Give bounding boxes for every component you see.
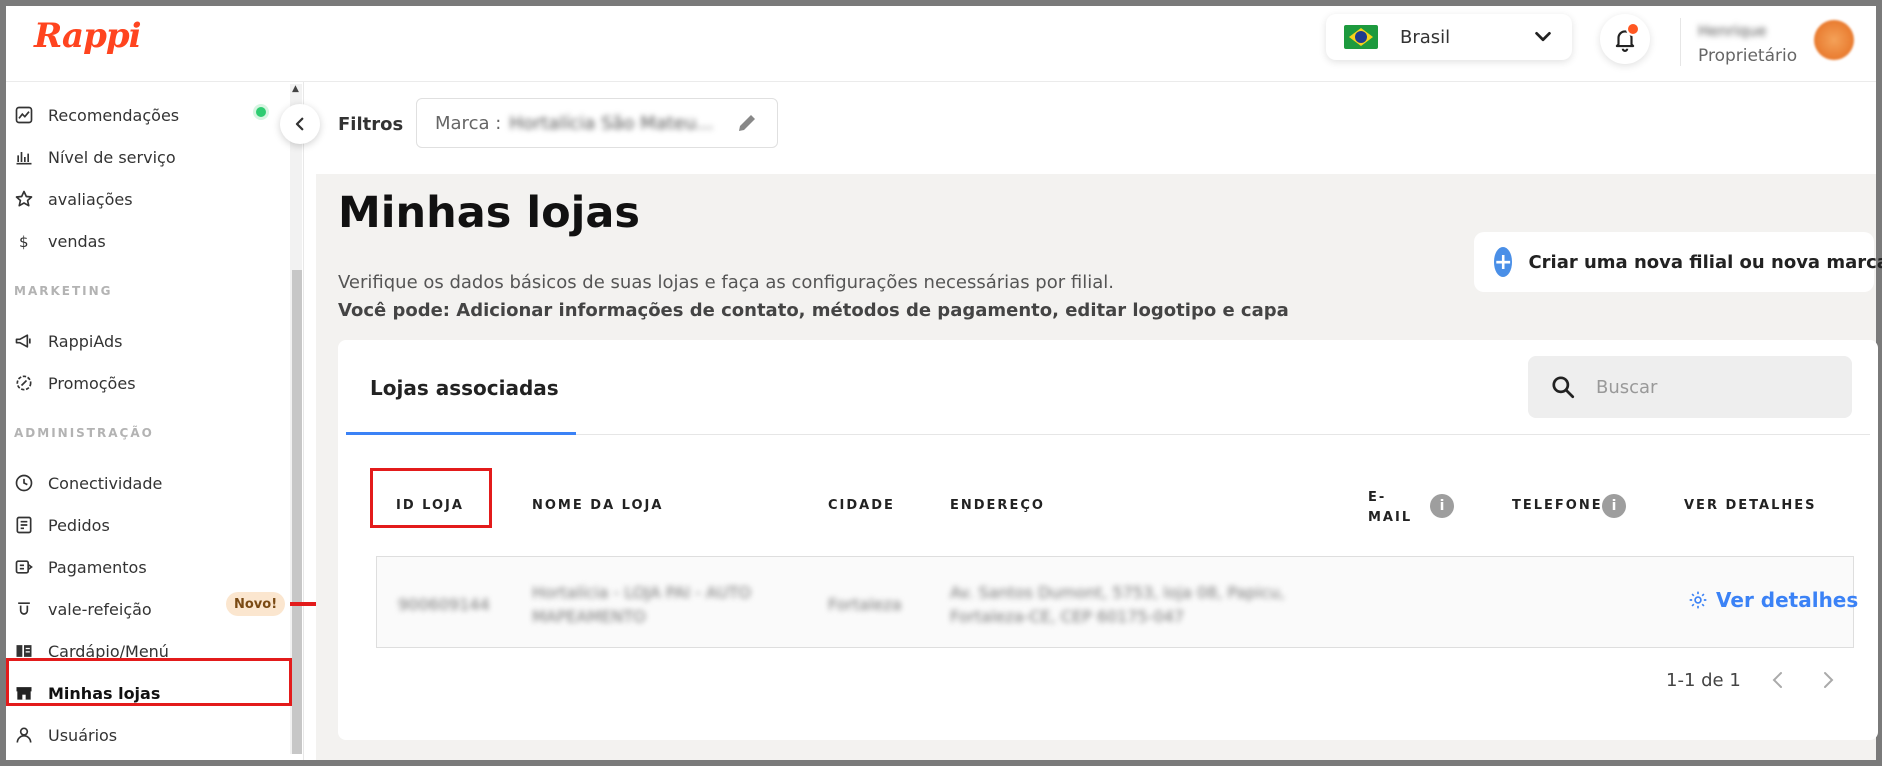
new-badge: Novo! (226, 592, 286, 616)
sidebar-scroll-thumb[interactable] (292, 270, 302, 754)
gear-icon (1689, 591, 1707, 609)
search-input[interactable] (1596, 376, 1816, 398)
country-name: Brasil (1400, 26, 1451, 48)
filters-label: Filtros (338, 114, 404, 135)
sidebar-item-usuarios[interactable]: Usuários (14, 718, 117, 752)
chevron-down-icon (1535, 31, 1551, 42)
sidebar-item-promocoes[interactable]: Promoções (14, 366, 136, 400)
header-email-line2: MAIL (1368, 510, 1413, 525)
page-description-bold: Você pode: Adicionar informações de cont… (338, 300, 1289, 321)
search-box[interactable] (1528, 356, 1852, 418)
sidebar-item-label: RappiAds (48, 331, 123, 351)
header-cidade: CIDADE (828, 498, 895, 513)
ver-detalhes-link[interactable]: Ver detalhes (1688, 588, 1858, 612)
cell-address-line2: Fortaleza-CE, CEP 60175-047 (950, 607, 1185, 626)
sidebar-item-nivel-servico[interactable]: Nível de serviço (14, 140, 176, 174)
header-telefone: TELEFONE (1512, 498, 1603, 513)
id-loja-highlight-box (370, 468, 492, 528)
user-role: Proprietário (1698, 46, 1798, 66)
create-branch-button[interactable]: + Criar uma nova filial ou nova marca (1474, 232, 1882, 292)
sidebar-item-label: Pedidos (48, 515, 110, 535)
brand-filter-chip[interactable]: Marca : Hortalícia São Mateu... (416, 98, 778, 148)
sidebar-item-label: Usuários (48, 725, 118, 745)
dollar-icon: $ (19, 233, 29, 251)
chevron-left-icon[interactable] (1766, 668, 1790, 692)
section-administracao: ADMINISTRAÇÃO (14, 426, 154, 440)
sidebar-item-label: Nível de serviço (48, 147, 176, 167)
header-email-line1: E- (1368, 490, 1387, 505)
cell-id: 900609144 (398, 595, 490, 614)
sidebar-item-vendas[interactable]: $ vendas (14, 224, 106, 258)
sidebar-item-pedidos[interactable]: Pedidos (14, 508, 110, 542)
sidebar-item-pagamentos[interactable]: Pagamentos (14, 550, 147, 584)
search-icon (1552, 376, 1575, 399)
chevron-left-icon (295, 117, 304, 131)
pagination-label: 1-1 de 1 (1666, 670, 1741, 691)
sidebar-item-label: Conectividade (48, 473, 163, 493)
cell-city: Fortaleza (828, 595, 902, 614)
sidebar-item-label: Promoções (48, 373, 136, 393)
sidebar-item-vale-refeicao[interactable]: vale-refeição (14, 592, 152, 626)
sidebar-item-label: vendas (48, 231, 106, 251)
voucher-icon (18, 602, 30, 615)
section-marketing: MARKETING (14, 284, 113, 298)
page-title: Minhas lojas (338, 188, 640, 238)
create-branch-label: Criar uma nova filial ou nova marca (1528, 251, 1882, 273)
sidebar-item-label: vale-refeição (48, 599, 152, 619)
header-ver-detalhes: VER DETALHES (1684, 498, 1817, 513)
sidebar-item-label: Pagamentos (48, 557, 147, 577)
filter-chip-value: Hortalícia São Mateu... (509, 112, 714, 134)
info-icon[interactable]: i (1602, 494, 1626, 518)
user-icon (16, 727, 32, 743)
filter-chip-prefix: Marca : (435, 112, 502, 134)
tab-lojas-associadas[interactable]: Lojas associadas (370, 376, 559, 400)
sidebar-item-label: avaliações (48, 189, 133, 209)
sidebar-item-label: Recomendações (48, 105, 180, 125)
chevron-right-icon[interactable] (1816, 668, 1840, 692)
badge-icon (16, 375, 32, 391)
collapse-sidebar-button[interactable] (280, 104, 320, 144)
bars-icon (16, 152, 32, 165)
payment-icon (15, 560, 33, 574)
cell-name-line1: Hortalícia - LOJA PAI - AUTO (532, 583, 752, 602)
chart-icon (15, 106, 33, 124)
rappi-logo[interactable]: Rappi (34, 16, 142, 56)
top-bar (6, 6, 1876, 82)
header-endereco: ENDEREÇO (950, 498, 1045, 513)
sidebar-item-avaliacoes[interactable]: avaliações (14, 182, 133, 216)
cell-name-line2: MAPEAMENTO (532, 607, 646, 626)
notifications-button[interactable] (1600, 14, 1650, 64)
orders-icon (16, 516, 32, 534)
country-selector[interactable]: Brasil (1326, 14, 1572, 60)
brazil-flag-icon (1344, 25, 1378, 49)
clock-icon (15, 474, 33, 492)
cell-address-line1: Av. Santos Dumont, 5753, loja 08, Papicu… (950, 583, 1285, 602)
sidebar-item-rappiads[interactable]: RappiAds (14, 324, 122, 358)
ver-detalhes-label: Ver detalhes (1716, 588, 1859, 612)
scroll-up-arrow-icon[interactable]: ▲ (292, 84, 299, 94)
header-nome-loja: NOME DA LOJA (532, 498, 664, 513)
sidebar-item-conectividade[interactable]: Conectividade (14, 466, 162, 500)
svg-text:$: $ (19, 233, 29, 251)
avatar[interactable] (1814, 20, 1854, 60)
info-icon[interactable]: i (1430, 494, 1454, 518)
tab-active-indicator (346, 432, 576, 435)
page-description: Verifique os dados básicos de suas lojas… (338, 272, 1114, 293)
plus-icon: + (1494, 247, 1513, 277)
pencil-icon[interactable] (735, 111, 759, 135)
status-dot (253, 104, 269, 120)
megaphone-icon (15, 334, 31, 348)
sidebar-item-recomendacoes[interactable]: Recomendações (14, 98, 179, 132)
star-icon (15, 190, 33, 207)
minhas-lojas-highlight-box (6, 658, 292, 706)
user-name: Henrique (1698, 22, 1767, 40)
tabs-divider (576, 434, 1870, 435)
header-divider (1680, 18, 1681, 66)
notification-badge (1626, 22, 1640, 36)
